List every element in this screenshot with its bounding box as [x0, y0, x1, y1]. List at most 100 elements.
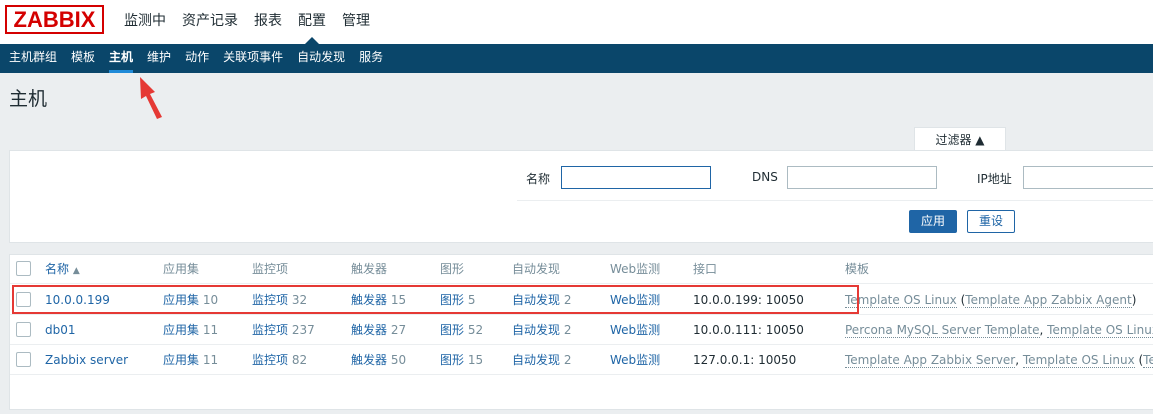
template-link[interactable]: Template App Zabbix Server: [845, 353, 1016, 368]
sort-asc-icon: ▲: [72, 266, 80, 276]
triggers-count: 15: [390, 293, 407, 307]
items-count: 32: [291, 293, 308, 307]
template-link[interactable]: Templat: [1143, 353, 1153, 368]
discovery-count: 2: [563, 293, 572, 307]
templates-cell: Template OS Linux (Template App Zabbix A…: [845, 293, 1137, 308]
interface-cell: 10.0.0.111: 10050: [693, 323, 804, 337]
items-count: 82: [291, 353, 308, 367]
hosts-table: 名称 ▲ 应用集 监控项 触发器 图形 自动发现 Web监测 接口 模板 10.…: [9, 254, 1153, 410]
web-link[interactable]: Web监测: [610, 286, 660, 314]
graphs-count: 15: [467, 353, 484, 367]
header-triggers: 触发器: [351, 262, 388, 276]
graphs-link[interactable]: 图形: [440, 323, 464, 337]
sub-nav: 主机群组 模板 主机 维护 动作 关联项事件 自动发现 服务: [0, 44, 1153, 73]
templates-cell: Percona MySQL Server Template, Template …: [845, 316, 1153, 344]
header-name[interactable]: 名称 ▲: [45, 255, 80, 285]
web-link[interactable]: Web监测: [610, 346, 660, 374]
items-cell: 监控项 32: [252, 286, 307, 314]
items-link[interactable]: 监控项: [252, 323, 288, 337]
main-nav-monitoring[interactable]: 监测中: [116, 0, 174, 44]
header-applications: 应用集: [163, 262, 200, 276]
row-checkbox[interactable]: [16, 292, 31, 307]
triggers-link[interactable]: 触发器: [351, 323, 387, 337]
interface-cell: 10.0.0.199: 10050: [693, 293, 804, 307]
template-link[interactable]: Percona MySQL Server Template: [845, 323, 1040, 338]
items-cell: 监控项 82: [252, 346, 307, 374]
applications-count: 11: [202, 323, 219, 337]
host-name-link[interactable]: db01: [45, 316, 76, 344]
applications-link[interactable]: 应用集: [163, 293, 199, 307]
header-name-label[interactable]: 名称: [45, 262, 69, 276]
apply-button[interactable]: 应用: [909, 210, 957, 233]
sub-nav-services[interactable]: 服务: [352, 44, 390, 73]
table-row: Zabbix server 应用集 11 监控项 82 触发器 50 图形 15…: [10, 346, 1153, 375]
filter-ip-input[interactable]: [1023, 166, 1153, 189]
row-checkbox[interactable]: [16, 322, 31, 337]
discovery-cell: 自动发现 2: [512, 316, 571, 344]
host-name-link[interactable]: 10.0.0.199: [45, 286, 110, 314]
filter-panel: 名称 DNS IP地址 应用 重设: [9, 150, 1153, 243]
applications-count: 11: [202, 353, 219, 367]
applications-cell: 应用集 11: [163, 346, 218, 374]
web-link[interactable]: Web监测: [610, 316, 660, 344]
sub-nav-correlation[interactable]: 关联项事件: [216, 44, 290, 73]
table-row: 10.0.0.199 应用集 10 监控项 32 触发器 15 图形 5 自动发…: [10, 286, 1153, 315]
items-cell: 监控项 237: [252, 316, 315, 344]
sub-nav-actions[interactable]: 动作: [178, 44, 216, 73]
template-link[interactable]: Template OS Linux: [845, 293, 957, 308]
row-checkbox[interactable]: [16, 352, 31, 367]
applications-cell: 应用集 10: [163, 286, 218, 314]
reset-button[interactable]: 重设: [967, 210, 1015, 233]
triggers-cell: 触发器 50: [351, 346, 406, 374]
select-all-checkbox[interactable]: [16, 261, 31, 276]
host-name-link[interactable]: Zabbix server: [45, 346, 128, 374]
graphs-link[interactable]: 图形: [440, 353, 464, 367]
filter-dns-input[interactable]: [787, 166, 937, 189]
applications-link[interactable]: 应用集: [163, 353, 199, 367]
main-nav-reports[interactable]: 报表: [246, 0, 290, 44]
filter-toggle-tab[interactable]: 过滤器 ▲: [914, 127, 1006, 151]
applications-link[interactable]: 应用集: [163, 323, 199, 337]
sub-nav-maintenance[interactable]: 维护: [140, 44, 178, 73]
header-discovery: 自动发现: [512, 262, 561, 276]
header-items: 监控项: [252, 262, 289, 276]
header-graphs: 图形: [440, 262, 465, 276]
discovery-count: 2: [563, 353, 572, 367]
template-link[interactable]: Template OS Linux: [1047, 323, 1153, 338]
graphs-cell: 图形 52: [440, 316, 483, 344]
triggers-link[interactable]: 触发器: [351, 353, 387, 367]
applications-cell: 应用集 11: [163, 316, 218, 344]
discovery-link[interactable]: 自动发现: [512, 323, 560, 337]
main-nav-inventory[interactable]: 资产记录: [174, 0, 246, 44]
templates-cell: Template App Zabbix Server, Template OS …: [845, 346, 1153, 374]
triggers-cell: 触发器 27: [351, 316, 406, 344]
sub-nav-templates[interactable]: 模板: [64, 44, 102, 73]
zabbix-logo[interactable]: ZABBIX: [5, 5, 104, 34]
template-link[interactable]: Template App Zabbix Agent: [965, 293, 1132, 308]
triggers-cell: 触发器 15: [351, 286, 406, 314]
discovery-link[interactable]: 自动发现: [512, 353, 560, 367]
annotation-arrow-icon: [140, 77, 162, 119]
applications-count: 10: [202, 293, 219, 307]
triggers-count: 27: [390, 323, 407, 337]
graphs-count: 52: [467, 323, 484, 337]
sub-nav-discovery[interactable]: 自动发现: [290, 44, 352, 73]
filter-name-input[interactable]: [561, 166, 711, 189]
discovery-cell: 自动发现 2: [512, 346, 571, 374]
main-nav: 监测中 资产记录 报表 配置 管理: [116, 0, 378, 44]
interface-cell: 127.0.0.1: 10050: [693, 353, 797, 367]
main-nav-configuration[interactable]: 配置: [290, 0, 334, 44]
graphs-link[interactable]: 图形: [440, 293, 464, 307]
sub-nav-host-groups[interactable]: 主机群组: [2, 44, 64, 73]
sub-nav-hosts[interactable]: 主机: [102, 44, 140, 73]
top-bar: ZABBIX 监测中 资产记录 报表 配置 管理: [0, 0, 1153, 44]
discovery-link[interactable]: 自动发现: [512, 293, 560, 307]
main-nav-administration[interactable]: 管理: [334, 0, 378, 44]
discovery-cell: 自动发现 2: [512, 286, 571, 314]
triggers-link[interactable]: 触发器: [351, 293, 387, 307]
header-web: Web监测: [610, 262, 661, 276]
template-link[interactable]: Template OS Linux: [1022, 353, 1135, 368]
items-link[interactable]: 监控项: [252, 293, 288, 307]
items-link[interactable]: 监控项: [252, 353, 288, 367]
header-templates: 模板: [845, 262, 870, 276]
